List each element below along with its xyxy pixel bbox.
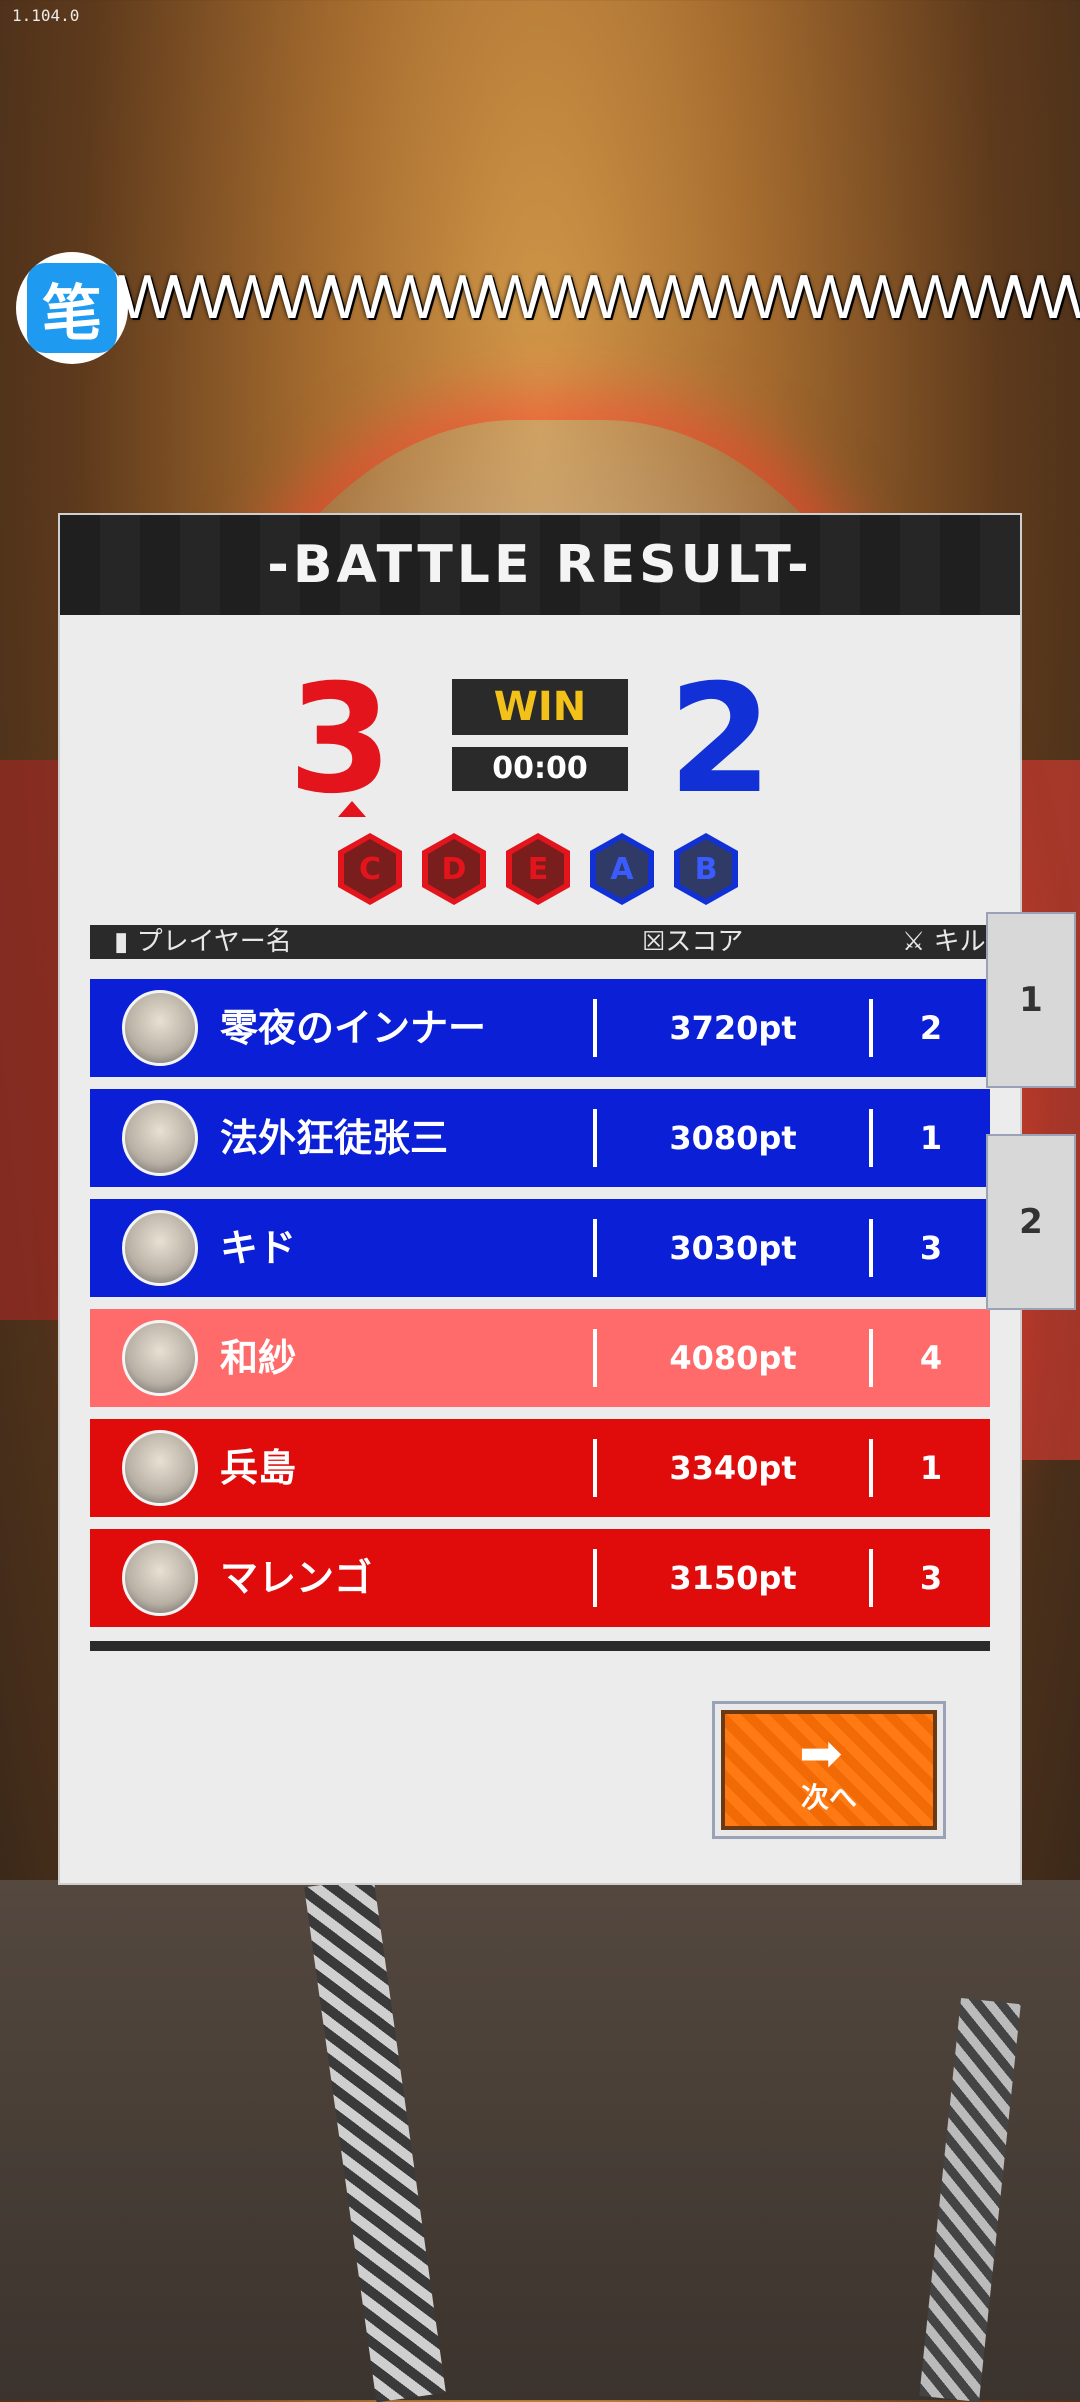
arrow-right-icon: ➡ xyxy=(799,1724,843,1784)
battle-result-panel: -BATTLE RESULT- 3 WIN 00:00 2 C D E A B … xyxy=(60,515,1020,1883)
next-button-label: 次へ xyxy=(800,1781,857,1814)
outcome-badge: WIN xyxy=(452,679,628,735)
point-label: C xyxy=(344,839,396,899)
point-c-icon: C xyxy=(338,833,402,905)
divider xyxy=(593,1329,597,1387)
divider xyxy=(593,1549,597,1607)
player-name: マレンゴ xyxy=(220,1556,373,1600)
player-score: 3150pt xyxy=(669,1559,797,1597)
player-row[interactable]: 法外狂徒张三 3080pt 1 xyxy=(90,1089,990,1187)
player-kills: 1 xyxy=(919,1119,943,1157)
column-kill-label: キル xyxy=(933,927,986,957)
player-score: 3340pt xyxy=(669,1449,797,1487)
player-score: 3720pt xyxy=(669,1009,797,1047)
player-row-self[interactable]: 和紗 4080pt 4 xyxy=(90,1309,990,1407)
player-row[interactable]: マレンゴ 3150pt 3 xyxy=(90,1529,990,1627)
divider xyxy=(593,1219,597,1277)
player-kills: 1 xyxy=(919,1449,943,1487)
player-score: 4080pt xyxy=(669,1339,797,1377)
player-name: 法外狂徒张三 xyxy=(220,1116,449,1160)
player-avatar xyxy=(122,1540,198,1616)
point-a-icon: A xyxy=(590,833,654,905)
player-kills: 2 xyxy=(919,1009,943,1047)
team-tab-1[interactable]: 1 xyxy=(986,912,1076,1088)
player-name: 零夜のインナー xyxy=(220,1006,487,1050)
next-button-face[interactable]: ➡ 次へ xyxy=(721,1710,937,1830)
player-name: 兵島 xyxy=(220,1446,297,1490)
player-kills: 3 xyxy=(919,1559,943,1597)
point-label: D xyxy=(428,839,480,899)
danmaku-avatar: 笔 xyxy=(16,252,128,364)
column-score-label: スコア xyxy=(665,927,744,957)
point-label: E xyxy=(512,839,564,899)
divider xyxy=(869,1329,873,1387)
version-label: 1.104.0 xyxy=(12,6,80,25)
player-kills: 3 xyxy=(919,1229,943,1267)
column-player-label: プレイヤー名 xyxy=(136,927,292,957)
match-time: 00:00 xyxy=(452,747,628,791)
results-table-header: ▮ プレイヤー名 ☒スコア ⚔ キル xyxy=(90,925,990,959)
player-kills: 4 xyxy=(919,1339,943,1377)
own-team-marker-icon xyxy=(338,801,366,817)
background-building-left xyxy=(0,760,60,1320)
point-e-icon: E xyxy=(506,833,570,905)
panel-title: -BATTLE RESULT- xyxy=(267,535,813,595)
point-d-icon: D xyxy=(422,833,486,905)
team-red-score: 3 xyxy=(288,653,393,827)
column-kill: ⚔ キル xyxy=(902,927,986,957)
column-player: ▮ プレイヤー名 xyxy=(114,927,292,957)
player-score: 3030pt xyxy=(669,1229,797,1267)
player-avatar xyxy=(122,1210,198,1286)
divider xyxy=(593,999,597,1057)
panel-header: -BATTLE RESULT- xyxy=(60,515,1020,615)
column-score: ☒スコア xyxy=(642,927,744,957)
danmaku-comment: WWWWWWWWWWWWWWWWWWWWWWWW xyxy=(118,263,1080,332)
player-avatar xyxy=(122,990,198,1066)
point-label: A xyxy=(596,839,648,899)
player-avatar xyxy=(122,1320,198,1396)
player-name: 和紗 xyxy=(220,1336,297,1380)
player-score: 3080pt xyxy=(669,1119,797,1157)
point-label: B xyxy=(680,839,732,899)
player-row[interactable]: キド 3030pt 3 xyxy=(90,1199,990,1297)
divider xyxy=(869,1109,873,1167)
player-name: キド xyxy=(220,1226,297,1270)
divider xyxy=(869,1439,873,1497)
divider xyxy=(869,999,873,1057)
divider xyxy=(593,1439,597,1497)
divider xyxy=(869,1549,873,1607)
player-avatar xyxy=(122,1100,198,1176)
next-button[interactable]: ➡ 次へ xyxy=(712,1701,946,1839)
player-avatar xyxy=(122,1430,198,1506)
team-tab-2[interactable]: 2 xyxy=(986,1134,1076,1310)
table-footer-bar xyxy=(90,1641,990,1651)
player-row[interactable]: 零夜のインナー 3720pt 2 xyxy=(90,979,990,1077)
team-blue-score: 2 xyxy=(668,653,773,827)
background-foreground xyxy=(0,1880,1080,2400)
player-row[interactable]: 兵島 3340pt 1 xyxy=(90,1419,990,1517)
divider xyxy=(593,1109,597,1167)
divider xyxy=(869,1219,873,1277)
point-b-icon: B xyxy=(674,833,738,905)
danmaku-avatar-icon: 笔 xyxy=(27,263,117,353)
